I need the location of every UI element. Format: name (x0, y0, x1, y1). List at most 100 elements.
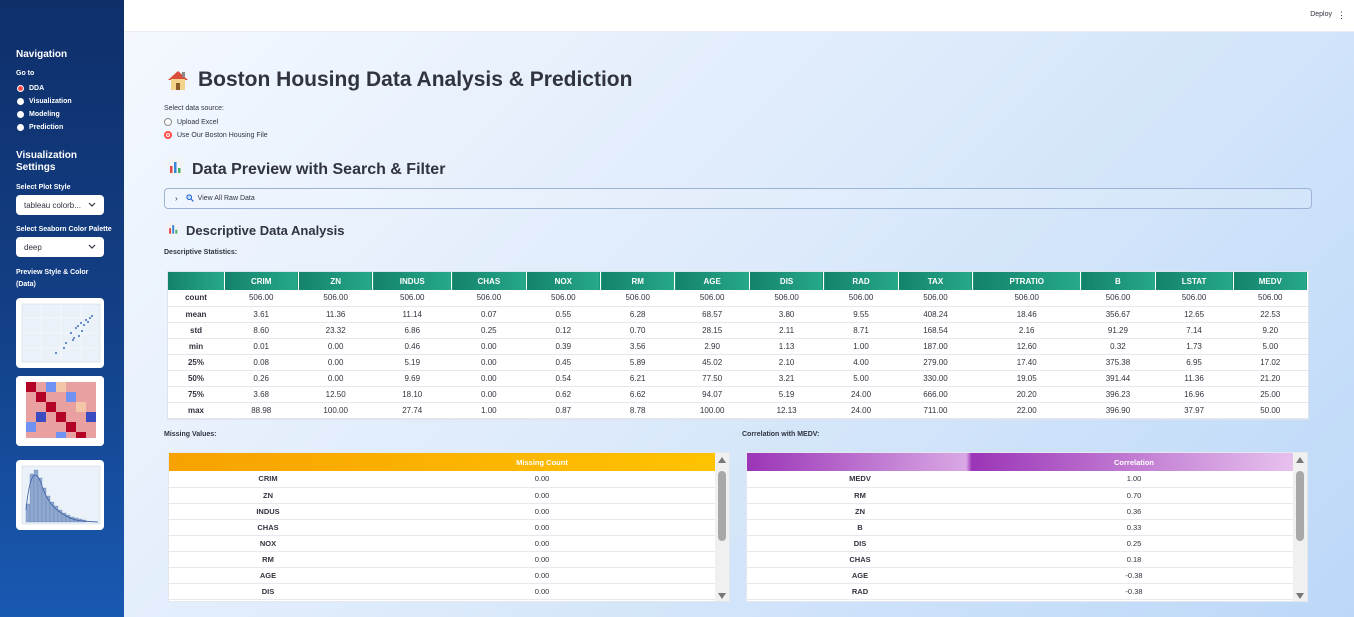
row-label: min (168, 338, 224, 355)
nav-radio-dda[interactable]: DDA (17, 83, 44, 93)
missing-values-table-container[interactable]: Missing Count CRIM 0.00 ZN 0.00 INDUS 0.00 CHA… (168, 452, 730, 602)
table-row: max 88.98 100.00 27.74 1.00 0.87 8.78 100.00 12.… (168, 402, 1308, 419)
table-cell: 37.97 (1155, 402, 1234, 419)
table-cell: 9.69 (372, 370, 452, 387)
table-cell: 88.98 (224, 402, 299, 419)
scroll-up-icon[interactable] (718, 457, 726, 463)
source-radio-boston[interactable]: Use Our Boston Housing File (164, 131, 268, 139)
table-cell: 0.25 (451, 322, 527, 339)
row-label: mean (168, 306, 224, 323)
raw-data-expander[interactable]: › View All Raw Data (164, 188, 1312, 209)
table-cell: 2.16 (972, 322, 1081, 339)
table-cell: 3.80 (749, 306, 824, 323)
table-cell: 0.87 (526, 402, 601, 419)
correlation-header: Correlation (1113, 457, 1154, 467)
palette-select[interactable]: deep (16, 237, 104, 257)
radio-icon (17, 97, 24, 105)
table-row: MEDV 1.00 (747, 471, 1295, 488)
scroll-thumb[interactable] (1296, 471, 1304, 541)
table-cell: 0.00 (298, 370, 373, 387)
source-radio-upload[interactable]: Upload Excel (164, 118, 218, 126)
table-cell: 27.74 (372, 402, 452, 419)
row-label: AGE (169, 567, 367, 584)
missing-corner-header (169, 453, 367, 471)
viz-settings-title: Visualization Settings (16, 150, 77, 174)
deploy-button[interactable]: Deploy (1310, 11, 1332, 18)
correlation-scrollbar[interactable] (1293, 453, 1307, 601)
kebab-menu-icon[interactable]: ⋮ (1337, 10, 1346, 21)
stats-column-header: CRIM (224, 272, 299, 290)
table-cell: 21.20 (1233, 370, 1308, 387)
chevron-down-icon (88, 242, 96, 252)
table-row: 25% 0.08 0.00 5.19 0.00 0.45 5.89 45.02 2.10 4.00… (168, 354, 1308, 371)
table-cell: 506.00 (372, 290, 452, 307)
nav-radio-visualization[interactable]: Visualization (17, 96, 72, 106)
table-cell: 18.46 (972, 306, 1081, 323)
table-cell: 506.00 (1155, 290, 1234, 307)
correlation-table: Correlation MEDV 1.00 RM 0.70 ZN 0.36 B 0.33 DIS… (747, 453, 1295, 600)
table-row: min 0.01 0.00 0.46 0.00 0.39 3.56 2.90 1.13 1.00 1… (168, 338, 1308, 355)
dda-heading-text: Descriptive Data Analysis (186, 223, 345, 238)
scroll-down-icon[interactable] (718, 593, 726, 599)
stats-column-header: AGE (674, 272, 750, 290)
stats-corner-header (168, 272, 225, 290)
scroll-thumb[interactable] (718, 471, 726, 541)
table-cell: 330.00 (898, 370, 973, 387)
table-row: RAD -0.38 (747, 583, 1295, 600)
missing-scrollbar[interactable] (715, 453, 729, 601)
correlation-table-container[interactable]: Correlation MEDV 1.00 RM 0.70 ZN 0.36 B 0.33 DIS… (746, 452, 1308, 602)
stats-column-header: ZN (298, 272, 374, 290)
row-label: RM (747, 487, 973, 504)
stats-column-header: RM (600, 272, 676, 290)
table-cell: 24.00 (823, 386, 899, 403)
table-cell: 28.15 (674, 322, 750, 339)
table-cell: 17.02 (1233, 354, 1308, 371)
table-cell: 68.57 (674, 306, 750, 323)
missing-label: Missing Values: (164, 431, 217, 438)
table-cell: 5.00 (823, 370, 899, 387)
table-cell: 187.00 (898, 338, 973, 355)
table-cell: 77.50 (674, 370, 750, 387)
plot-style-select[interactable]: tableau colorb... (16, 195, 104, 215)
table-cell: 0.62 (526, 386, 601, 403)
table-row: DIS 0.00 (169, 583, 717, 600)
nav-radio-prediction[interactable]: Prediction (17, 122, 63, 132)
viz-title-line1: Visualization (16, 150, 77, 161)
table-cell: 91.29 (1080, 322, 1156, 339)
scroll-up-icon[interactable] (1296, 457, 1304, 463)
row-label: RAD (747, 583, 973, 600)
page-title-text: Boston Housing Data Analysis & Predictio… (198, 68, 633, 91)
table-row: NOX 0.00 (169, 535, 717, 552)
table-cell: 396.90 (1080, 402, 1156, 419)
stats-column-header: DIS (749, 272, 825, 290)
row-label: ZN (169, 487, 367, 504)
table-cell: 18.10 (372, 386, 452, 403)
expander-label: View All Raw Data (197, 195, 255, 202)
table-cell: 7.14 (1155, 322, 1234, 339)
search-icon (186, 193, 194, 204)
dda-heading: Descriptive Data Analysis (166, 222, 344, 239)
table-cell: 5.19 (749, 386, 824, 403)
table-cell: 0.00 (367, 519, 717, 536)
row-label: DIS (747, 535, 973, 552)
desc-stats-label: Descriptive Statistics: (164, 249, 238, 256)
table-cell: 0.12 (526, 322, 601, 339)
table-cell: 396.23 (1080, 386, 1156, 403)
nav-radio-modeling[interactable]: Modeling (17, 109, 60, 119)
table-cell: 20.20 (972, 386, 1081, 403)
source-radio-label: Upload Excel (177, 118, 219, 126)
row-label: B (747, 519, 973, 536)
table-cell: 8.71 (823, 322, 899, 339)
radio-icon (17, 110, 24, 118)
table-cell: 506.00 (298, 290, 373, 307)
scroll-down-icon[interactable] (1296, 593, 1304, 599)
table-cell: 506.00 (1080, 290, 1156, 307)
table-cell: 0.70 (973, 487, 1295, 504)
stats-column-header: LSTAT (1155, 272, 1234, 290)
table-cell: 11.14 (372, 306, 452, 323)
table-cell: 168.54 (898, 322, 973, 339)
descriptive-stats-table: CRIM ZN INDUS CHAS NOX RM AGE DIS RAD TAX PTRATIO B… (168, 272, 1309, 419)
row-label: MEDV (747, 471, 973, 488)
source-radio-label: Use Our Boston Housing File (177, 131, 268, 139)
preview-label: Preview Style & Color (Data) (16, 267, 88, 291)
